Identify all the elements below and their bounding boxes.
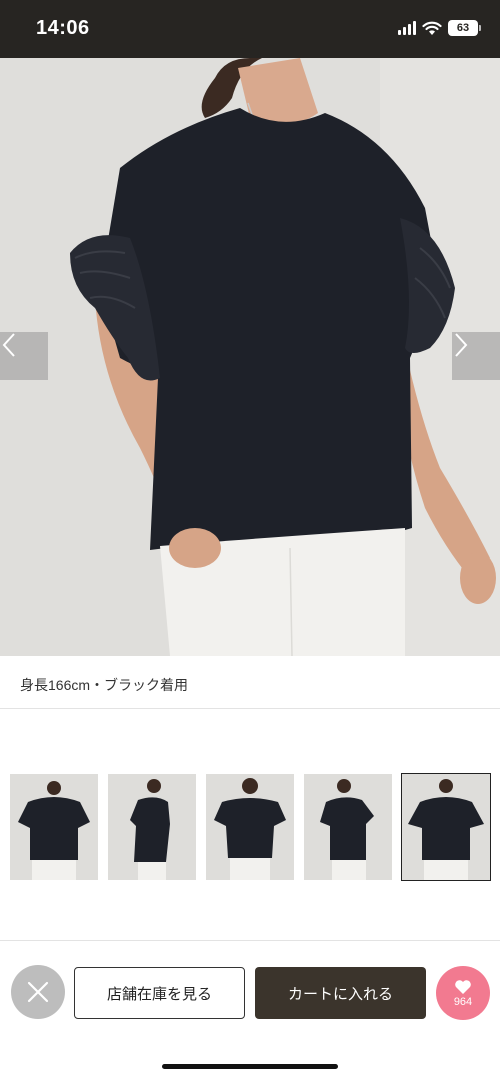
battery-icon: 63: [448, 20, 481, 36]
signal-icon: [398, 21, 416, 35]
thumbnail-image: [206, 774, 294, 880]
favorite-count: 964: [453, 995, 473, 1008]
thumbnail-1[interactable]: [10, 774, 98, 880]
thumbnail-3[interactable]: [206, 774, 294, 880]
thumbnail-4[interactable]: [304, 774, 392, 880]
favorite-button[interactable]: 964: [436, 966, 490, 1020]
thumbnail-5[interactable]: [401, 773, 491, 881]
add-to-cart-button[interactable]: カートに入れる: [255, 967, 426, 1019]
heart-icon: [455, 979, 471, 994]
status-time: 14:06: [36, 17, 90, 39]
home-indicator: [162, 1064, 338, 1069]
previous-image-button[interactable]: [0, 332, 48, 380]
thumbnail-image: [108, 774, 196, 880]
thumbnail-image: [402, 774, 490, 880]
status-bar: 14:06 63: [0, 0, 500, 58]
thumbnail-strip: [10, 773, 491, 881]
wifi-icon: [422, 21, 442, 35]
thumbnail-2[interactable]: [108, 774, 196, 880]
product-image[interactable]: [0, 58, 500, 656]
chevron-left-icon: [2, 333, 15, 357]
chevron-right-icon: [455, 333, 468, 357]
close-button[interactable]: [11, 965, 65, 1019]
next-image-button[interactable]: [452, 332, 500, 380]
product-photo: [0, 58, 500, 656]
image-caption: 身長166cm・ブラック着用: [20, 677, 189, 693]
divider: [0, 708, 500, 709]
battery-level: 63: [456, 22, 470, 34]
divider: [0, 940, 500, 941]
status-icons: 63: [398, 20, 481, 36]
thumbnail-image: [10, 774, 98, 880]
thumbnail-image: [304, 774, 392, 880]
close-icon: [27, 981, 49, 1003]
store-stock-button[interactable]: 店舗在庫を見る: [74, 967, 245, 1019]
